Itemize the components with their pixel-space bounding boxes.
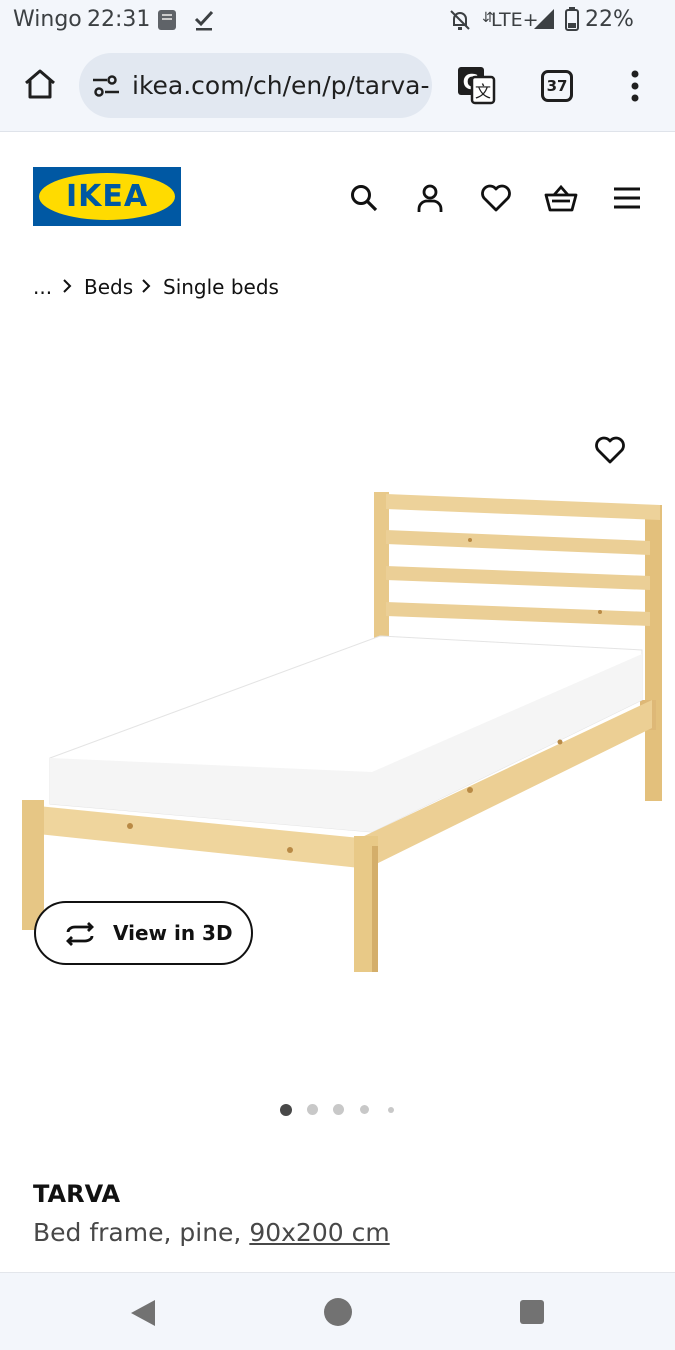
battery-icon: [565, 7, 579, 36]
ikea-logo[interactable]: IKEA: [33, 167, 181, 226]
back-icon[interactable]: [129, 1298, 157, 1333]
home-icon[interactable]: [22, 66, 58, 107]
view-in-3d-label: View in 3D: [113, 921, 233, 945]
product-image-gallery[interactable]: [0, 330, 675, 1090]
save-to-favourites-icon[interactable]: [594, 435, 626, 470]
address-bar[interactable]: ikea.com/ch/en/p/tarva-: [79, 53, 432, 118]
menu-icon[interactable]: [607, 178, 647, 218]
profile-icon[interactable]: [410, 178, 450, 218]
translate-icon[interactable]: G文: [456, 65, 496, 110]
gallery-dot[interactable]: [388, 1107, 394, 1113]
rotate-3d-icon: [62, 921, 98, 952]
browser-toolbar: ikea.com/ch/en/p/tarva- G文 37: [0, 40, 675, 132]
url-text: ikea.com/ch/en/p/tarva-: [132, 71, 430, 100]
more-vert-icon[interactable]: [630, 69, 640, 108]
bed-image: [22, 492, 662, 972]
gallery-dot-active[interactable]: [280, 1104, 292, 1116]
breadcrumb-beds[interactable]: Beds: [84, 275, 133, 299]
gallery-dot[interactable]: [307, 1104, 318, 1115]
breadcrumb-single-beds[interactable]: Single beds: [163, 275, 279, 299]
recents-icon[interactable]: [519, 1299, 545, 1330]
check-icon: [192, 8, 216, 37]
site-info-icon[interactable]: [91, 73, 121, 104]
product-name: TARVA: [33, 1180, 121, 1208]
signal-icon: [533, 8, 555, 35]
product-description: Bed frame, pine, 90x200 cm: [33, 1218, 390, 1247]
system-nav-bar: [0, 1272, 675, 1350]
tabs-icon[interactable]: 37: [541, 70, 573, 102]
network-type: LTE+: [491, 9, 539, 31]
svg-text:文: 文: [475, 82, 491, 101]
status-bar: Wingo 22:31 ⇵ LTE+ 22%: [0, 0, 675, 40]
basket-icon[interactable]: [541, 178, 581, 218]
bible-app-icon: [155, 8, 179, 37]
chevron-right-icon: [62, 279, 72, 298]
home-nav-icon[interactable]: [323, 1297, 353, 1332]
tab-count: 37: [546, 77, 568, 95]
search-icon[interactable]: [344, 178, 384, 218]
breadcrumb-ellipsis[interactable]: ...: [33, 275, 52, 299]
product-size-link[interactable]: 90x200 cm: [249, 1218, 389, 1247]
gallery-dot[interactable]: [333, 1104, 344, 1115]
clock: 22:31: [87, 7, 151, 32]
gallery-dot[interactable]: [360, 1105, 369, 1114]
favourites-icon[interactable]: [476, 178, 516, 218]
view-in-3d-button[interactable]: View in 3D: [34, 901, 253, 965]
logo-text: IKEA: [65, 179, 149, 214]
carrier-name: Wingo: [13, 7, 82, 32]
bell-muted-icon: [448, 8, 472, 37]
chevron-right-icon: [141, 279, 151, 298]
product-description-text: Bed frame, pine,: [33, 1218, 250, 1247]
battery-percent: 22%: [585, 7, 634, 32]
